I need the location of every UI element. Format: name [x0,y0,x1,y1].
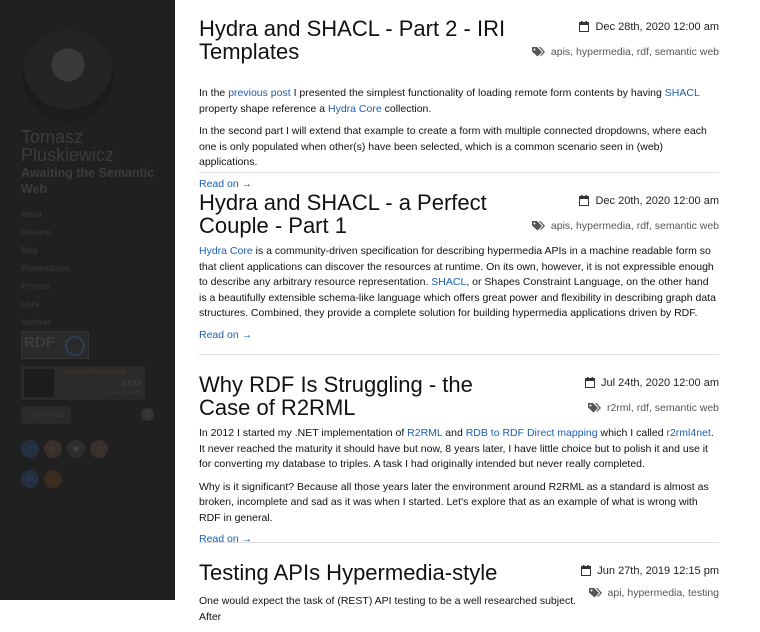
nav-resume[interactable]: Resume [21,227,70,245]
sidebar-nav: About Resume Blog Presentations Projects… [21,209,70,335]
post-meta: Dec 20th, 2020 12:00 am apis, hypermedia… [531,191,719,235]
nav-projects[interactable]: Projects [21,281,70,299]
post-title[interactable]: Hydra and SHACL - a Perfect Couple - Par… [199,191,529,237]
open-hub-count: 1 [141,408,154,421]
post-meta: Dec 28th, 2020 12:00 am apis, hypermedia… [531,17,719,61]
google-plus-icon[interactable]: g [44,440,62,458]
post-divider [199,172,719,173]
post-tags-text[interactable]: r2rml, rdf, semantic web [607,402,719,414]
site-tagline: Awaiting the Semantic Web [21,166,155,196]
calendar-icon [579,21,590,36]
excerpt-text: and [442,427,466,439]
excerpt-text: In the [199,87,229,99]
post-date: Dec 28th, 2020 12:00 am [532,20,719,36]
post-tags: apis, hypermedia, rdf, semantic web [531,219,719,235]
post-item: Hydra and SHACL - Part 2 - IRI Templates… [199,17,719,190]
post-meta: Jun 27th, 2019 12:15 pm api, hypermedia,… [581,561,719,602]
post-tags-text[interactable]: apis, hypermedia, rdf, semantic web [551,46,719,58]
open-hub-button[interactable]: Open Hub [21,406,71,424]
post-date: Jul 24th, 2020 12:00 am [584,376,719,392]
post-meta: Jul 24th, 2020 12:00 am r2rml, rdf, sema… [584,373,719,417]
tags-icon [531,220,545,235]
nav-about[interactable]: About [21,209,70,227]
rss-icon[interactable]: r [44,470,62,488]
post-tags: apis, hypermedia, rdf, semantic web [531,45,719,61]
nav-blog[interactable]: Blog [21,245,70,263]
stackoverflow-flair[interactable]: Tomasz Pluskiewicz 2,632 ● 1 ● 20 ● 43 [21,366,145,400]
flair-badges: ● 1 ● 20 ● 43 [105,390,141,396]
flair-name: Tomasz Pluskiewicz [63,369,126,376]
post-item: Testing APIs Hypermedia-style Jun 27th, … [199,561,719,632]
nav-links[interactable]: Links [21,299,70,317]
calendar-icon [584,377,595,392]
excerpt-text: which I called [597,427,667,439]
r2rml-link[interactable]: R2RML [407,427,442,439]
excerpt-text: property shape reference a [199,102,328,115]
excerpt-text: In 2012 I started my .NET implementation… [199,427,408,439]
previous-post-link[interactable]: previous post [228,87,290,99]
excerpt-text: One would expect the task of (REST) API … [199,595,577,623]
post-date-text: Jun 27th, 2019 12:15 pm [597,565,719,577]
post-divider [199,542,719,543]
post-tags-text[interactable]: apis, hypermedia, rdf, semantic web [551,220,719,232]
rdf-badge[interactable]: RDF [21,331,89,359]
social-links: t g ◉ s in r [21,438,121,498]
twitter-icon[interactable]: t [21,440,39,458]
stackoverflow-icon[interactable]: s [90,440,108,458]
excerpt-paragraph: One would expect the task of (REST) API … [199,594,579,625]
post-tags-text[interactable]: api, hypermedia, testing [608,587,719,599]
post-date-text: Jul 24th, 2020 12:00 am [600,377,719,389]
post-tags: r2rml, rdf, semantic web [585,401,719,417]
avatar [22,30,114,122]
flair-reputation: 2,632 [120,379,141,388]
calendar-icon [579,195,590,210]
tags-icon [531,46,545,61]
nav-presentations[interactable]: Presentations [21,263,70,281]
read-on-link[interactable]: Read on → [199,178,719,190]
post-date-text: Dec 20th, 2020 12:00 am [595,195,719,207]
excerpt-text: collection. [381,102,432,115]
post-divider [199,354,719,355]
post-date: Jun 27th, 2019 12:15 pm [581,564,719,580]
excerpt-paragraph: In the second part I will extend that ex… [199,125,707,168]
excerpt-paragraph: Why is it significant? Because all those… [199,480,709,524]
post-excerpt: In the previous post I presented the sim… [199,86,719,190]
post-title[interactable]: Hydra and SHACL - Part 2 - IRI Templates [199,17,529,63]
post-excerpt: In 2012 I started my .NET implementation… [199,426,719,545]
hydra-core-link[interactable]: Hydra Core [328,103,382,115]
excerpt-paragraph: In 2012 I started my .NET implementation… [199,426,719,473]
excerpt-paragraph: Hydra Core is a community-driven specifi… [199,244,719,322]
rdf-badge-label: RDF [24,334,55,351]
post-excerpt: Hydra Core is a community-driven specifi… [199,244,719,341]
post-date-text: Dec 28th, 2020 12:00 am [595,21,719,33]
excerpt-text: I presented the simplest functionality o… [290,87,665,99]
post-item: Why RDF Is Struggling - the Case of R2RM… [199,373,719,545]
post-excerpt: One would expect the task of (REST) API … [199,594,579,625]
tags-icon [587,402,601,417]
post-date: Dec 20th, 2020 12:00 am [532,194,719,210]
excerpt-paragraph: In the previous post I presented the sim… [199,86,719,117]
read-on-link[interactable]: Read on → [199,329,719,341]
shacl-link[interactable]: SHACL [431,276,466,288]
rdb-to-rdf-link[interactable]: RDB to RDF Direct mapping [466,427,598,439]
author-name[interactable]: Tomasz Pluskiewicz [21,128,161,164]
hydra-core-link[interactable]: Hydra Core [199,245,253,257]
post-title[interactable]: Testing APIs Hypermedia-style [199,561,529,584]
flair-avatar [24,369,54,397]
calendar-icon [581,565,592,580]
read-on-link[interactable]: Read on → [199,533,719,545]
rdf-logo-icon [65,336,85,356]
post-item: Hydra and SHACL - a Perfect Couple - Par… [199,191,719,341]
linkedin-icon[interactable]: in [21,470,39,488]
github-icon[interactable]: ◉ [67,440,85,458]
sidebar: Tomasz Pluskiewicz Awaiting the Semantic… [0,0,175,600]
r2rml4net-link[interactable]: r2rml4net [666,427,710,439]
post-title[interactable]: Why RDF Is Struggling - the Case of R2RM… [199,373,529,419]
shacl-link[interactable]: SHACL [665,87,700,99]
